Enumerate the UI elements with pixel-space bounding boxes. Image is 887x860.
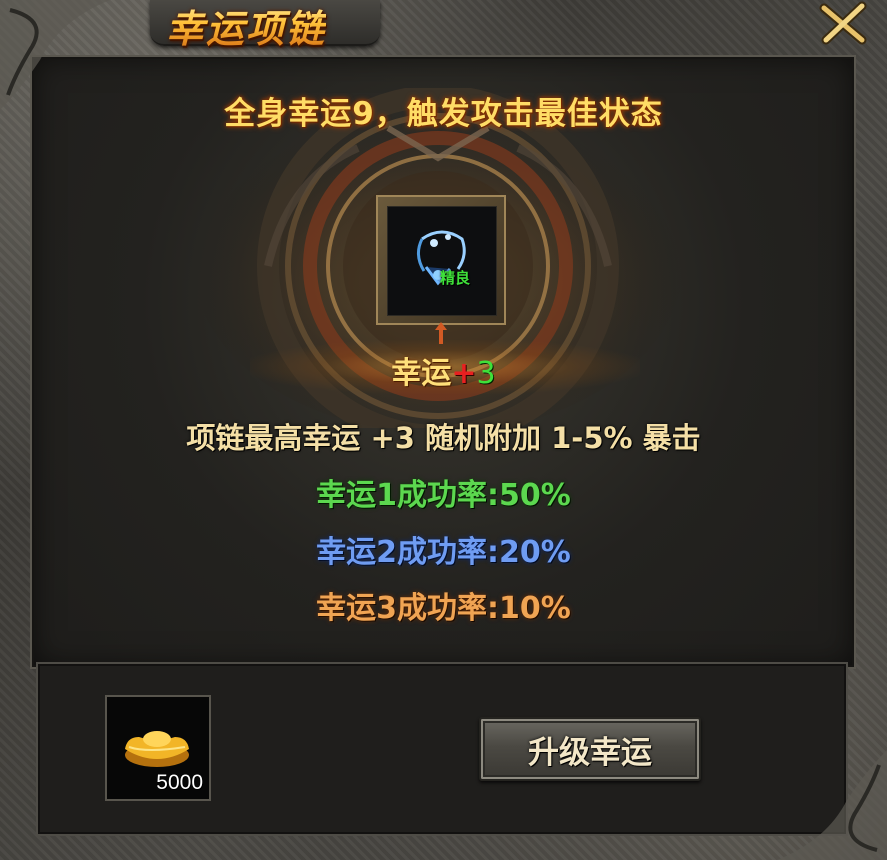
arrow-up-icon [435,322,447,344]
luck-label: 幸运 [391,356,452,391]
upgrade-luck-button[interactable]: 升级幸运 [479,717,701,781]
necklace-icon [417,230,466,286]
window-title: 幸运项链 [166,0,326,53]
success-rate-luck-1: 幸运1成功率:50% [316,478,571,513]
luck-bonus-line: 幸运+3 [0,348,887,392]
corner-ornament-icon [777,750,887,860]
cost-item-slot[interactable]: 5000 [105,695,211,801]
necklace-description: 项链最高幸运 +3 随机附加 1-5% 暴击 [186,421,701,455]
close-button[interactable] [812,0,872,46]
slot-background: 精良 [387,206,497,316]
luck-value: 3 [476,356,496,391]
quality-label: 精良 [440,269,471,287]
success-rate-luck-2: 幸运2成功率:20% [316,535,571,570]
cost-amount: 5000 [156,771,203,794]
success-rate-luck-3: 幸运3成功率:10% [316,591,571,626]
set-bonus-headline: 全身幸运9，触发攻击最佳状态 [224,96,663,132]
luck-plus-sign: + [451,356,477,391]
equipment-slot[interactable]: 精良 [376,195,506,325]
close-x-icon [819,1,867,45]
